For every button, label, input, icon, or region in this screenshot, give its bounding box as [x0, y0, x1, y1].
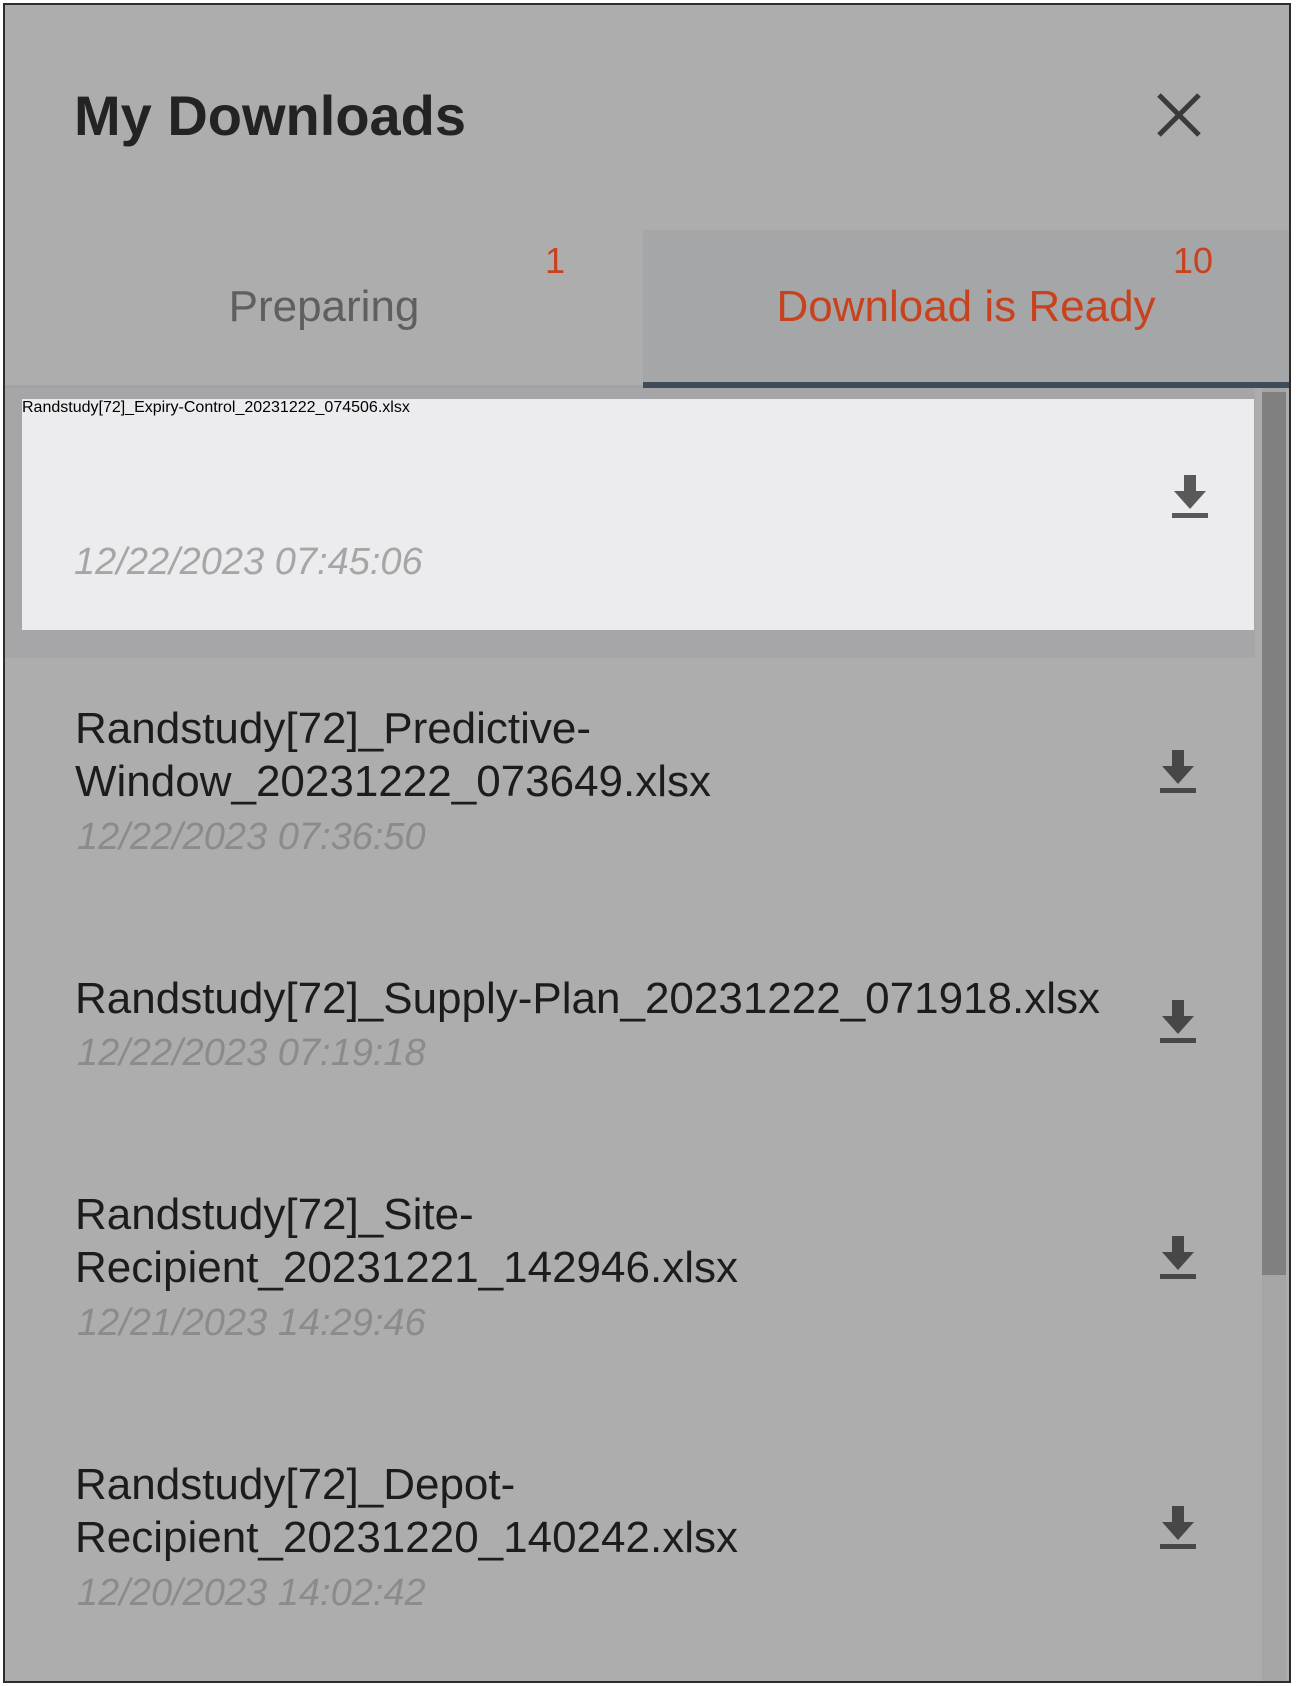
tab-download-ready-count: 10 [1173, 240, 1214, 281]
file-name: Randstudy[72]_Depot-Recipient_20231220_1… [75, 1460, 738, 1562]
tab-download-ready[interactable]: 10 Download is Ready [643, 230, 1289, 388]
download-icon [1160, 1506, 1196, 1549]
list-item[interactable]: Randstudy[72]_Site-Recipient_20231221_14… [5, 1144, 1255, 1414]
tab-preparing-label: Preparing [228, 282, 420, 331]
download-button[interactable] [1170, 471, 1210, 521]
panel-title: My Downloads [74, 84, 467, 147]
download-icon [1160, 1236, 1196, 1279]
download-icon [1160, 1000, 1196, 1043]
file-name: Randstudy[72]_Site-Recipient_20231221_14… [75, 1190, 738, 1292]
close-button[interactable] [1153, 89, 1205, 141]
list-item[interactable]: Randstudy[72]_Depot-Recipient_20231220_1… [5, 1414, 1255, 1681]
tab-bar: 1 Preparing 10 Download is Ready [5, 230, 1289, 388]
file-timestamp: 12/21/2023 14:29:46 [77, 1302, 426, 1344]
tab-preparing[interactable]: 1 Preparing [5, 230, 643, 385]
file-name: Randstudy[72]_Predictive-Window_20231222… [75, 704, 712, 806]
file-timestamp: 12/22/2023 07:19:18 [77, 1032, 426, 1074]
file-timestamp: 12/22/2023 07:45:06 [74, 541, 423, 583]
tab-preparing-count: 1 [545, 240, 566, 281]
tab-download-ready-label: Download is Ready [776, 282, 1156, 331]
list-item[interactable]: Randstudy[72]_Expiry-Control_20231222_07… [22, 399, 1254, 630]
list-item[interactable]: Randstudy[72]_Predictive-Window_20231222… [5, 658, 1255, 928]
download-button[interactable] [1158, 1502, 1198, 1552]
download-button[interactable] [1158, 1232, 1198, 1282]
file-timestamp: 12/20/2023 14:02:42 [77, 1572, 426, 1614]
list-item-highlight: Randstudy[72]_Expiry-Control_20231222_07… [5, 388, 1255, 658]
download-button[interactable] [1158, 746, 1198, 796]
close-icon [1157, 93, 1201, 137]
file-name: Randstudy[72]_Expiry-Control_20231222_07… [22, 399, 410, 416]
file-timestamp: 12/22/2023 07:36:50 [77, 816, 426, 858]
download-button[interactable] [1158, 996, 1198, 1046]
file-name: Randstudy[72]_Supply-Plan_20231222_07191… [75, 974, 1100, 1023]
scrollbar-track[interactable] [1262, 388, 1286, 1681]
panel-header: My Downloads [5, 5, 1289, 230]
downloads-list: Randstudy[72]_Expiry-Control_20231222_07… [5, 388, 1289, 1681]
scrollbar-thumb[interactable] [1262, 392, 1286, 1275]
downloads-panel: My Downloads 1 Preparing 10 Download is … [3, 3, 1291, 1683]
download-icon [1172, 475, 1208, 518]
download-icon [1160, 750, 1196, 793]
